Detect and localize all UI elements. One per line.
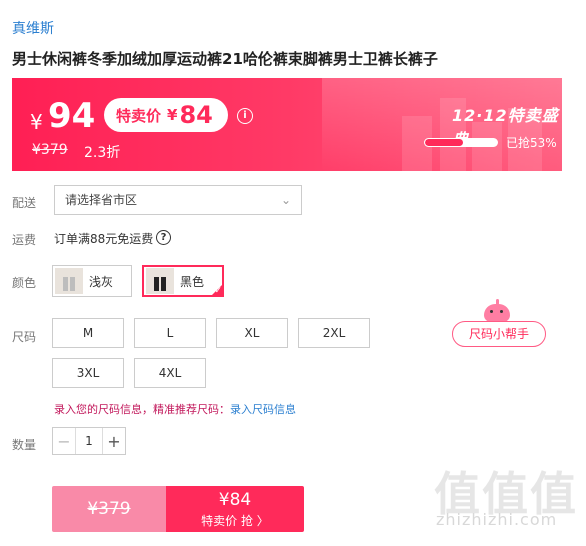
- region-select[interactable]: 请选择省市区 ⌄: [54, 185, 302, 215]
- light-gray-pants-thumbnail: [55, 268, 83, 294]
- color-option-label: 浅灰: [89, 274, 114, 289]
- size-helper-button[interactable]: 尺码小帮手: [452, 321, 546, 347]
- size-option-2xl[interactable]: 2XL: [298, 318, 370, 348]
- region-select-value: 请选择省市区: [65, 193, 138, 207]
- question-icon[interactable]: ?: [156, 230, 171, 245]
- promo-currency: ¥: [167, 106, 178, 124]
- decrease-button[interactable]: −: [53, 428, 76, 454]
- size-option-4xl[interactable]: 4XL: [134, 358, 206, 388]
- size-label: 尺码: [12, 330, 37, 344]
- color-label: 颜色: [12, 276, 37, 290]
- quantity-label: 数量: [12, 438, 37, 452]
- discount-rate: 2.3折: [84, 145, 121, 161]
- promo-price-badge: 特卖价 ¥ 84: [104, 98, 228, 132]
- price-currency: ¥: [30, 110, 43, 134]
- shipping-info: 订单满88元免运费: [54, 232, 154, 246]
- buy-now-button[interactable]: ¥84 特卖价 抢 〉: [166, 486, 304, 532]
- price-banner: ¥ 94 特卖价 ¥ 84 i ¥379 2.3折 12·12特卖盛典 已抢53…: [12, 78, 562, 171]
- brand-link[interactable]: 真维斯: [12, 18, 54, 38]
- size-option-xl[interactable]: XL: [216, 318, 288, 348]
- black-pants-thumbnail: [146, 268, 174, 294]
- mascot-icon: [484, 299, 510, 322]
- color-option-light-gray[interactable]: 浅灰: [52, 265, 132, 297]
- product-title: 男士休闲裤冬季加绒加厚运动裤21哈伦裤束脚裤男士卫裤长裤子: [12, 50, 438, 68]
- quantity-input[interactable]: 1: [76, 428, 102, 454]
- promo-label: 特卖价: [116, 106, 162, 125]
- buy-action-label: 特卖价 抢 〉: [201, 514, 269, 528]
- size-hint: 录入您的尺码信息，精准推荐尺码：录入尺码信息: [54, 401, 296, 417]
- sold-percentage: 已抢53%: [506, 136, 557, 150]
- current-price: 94: [48, 96, 96, 136]
- quantity-stepper: − 1 +: [52, 427, 126, 455]
- size-hint-text: 录入您的尺码信息，精准推荐尺码：: [54, 403, 230, 416]
- color-option-black[interactable]: 黑色 ✓: [142, 265, 224, 297]
- promo-price: 84: [179, 101, 213, 129]
- shipping-label: 运费: [12, 233, 37, 247]
- color-option-label: 黑色: [180, 274, 205, 289]
- size-option-l[interactable]: L: [134, 318, 206, 348]
- size-option-3xl[interactable]: 3XL: [52, 358, 124, 388]
- chevron-down-icon: ⌄: [280, 193, 291, 207]
- buy-price: ¥84: [218, 490, 252, 510]
- sold-progress-fill: [425, 139, 464, 146]
- original-price-button[interactable]: ¥379: [52, 486, 166, 532]
- increase-button[interactable]: +: [102, 428, 125, 454]
- check-icon: ✓: [214, 286, 222, 296]
- size-option-m[interactable]: M: [52, 318, 124, 348]
- delivery-label: 配送: [12, 196, 37, 210]
- info-icon[interactable]: i: [237, 108, 253, 124]
- watermark-site: zhizhizhi.com: [436, 510, 558, 529]
- sold-progress-bar: [424, 138, 498, 147]
- enter-size-link[interactable]: 录入尺码信息: [230, 403, 296, 416]
- original-price: ¥379: [32, 142, 68, 158]
